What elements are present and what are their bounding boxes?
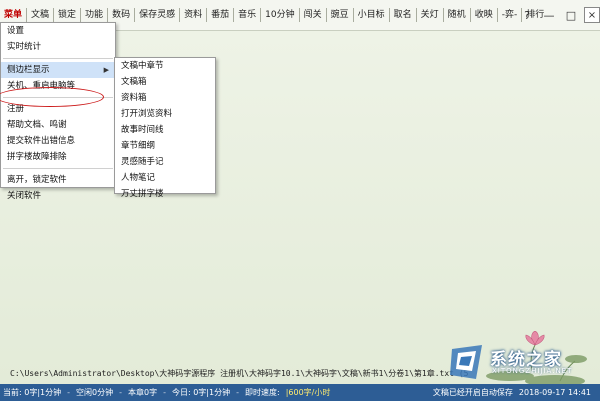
submenu-character-notes[interactable]: 人物笔记	[115, 170, 215, 186]
submenu-materials-box[interactable]: 资料箱	[115, 90, 215, 106]
status-speed-label: 即时速度:	[245, 388, 280, 397]
minimize-icon[interactable]: —	[540, 6, 558, 24]
status-datetime: 2018-09-17 14:41	[518, 388, 591, 397]
submenu-inspiration-notes[interactable]: 灵感随手记	[115, 154, 215, 170]
status-chapter: 本章0字	[128, 388, 158, 397]
submenu-chapters-in-manuscript[interactable]: 文稿中章节	[115, 58, 215, 74]
menu-item-collect[interactable]: 收映	[471, 8, 498, 22]
register-highlight-circle	[0, 87, 104, 107]
menu-divider	[3, 168, 113, 169]
submenu-manuscript-box[interactable]: 文稿箱	[115, 74, 215, 90]
maximize-icon[interactable]: □	[562, 6, 580, 24]
status-idle: 空闲0分钟	[76, 388, 114, 397]
status-current: 当前: 0字|1分钟	[3, 388, 62, 397]
menu-item-menu[interactable]: 菜单	[0, 8, 28, 22]
menu-item-naming[interactable]: 取名	[390, 8, 417, 22]
status-right: 文稿已经开启自动保存 2018-09-17 14:41	[430, 384, 594, 401]
menu-sidebar-display-label: 侧边栏显示	[7, 65, 50, 75]
menu-item-tomato[interactable]: 番茄	[207, 8, 235, 22]
menu-submit-error[interactable]: 提交软件出错信息	[1, 133, 115, 149]
menu-item-music[interactable]: 音乐	[234, 8, 262, 22]
status-separator: -	[236, 388, 239, 397]
menu-realtime-stats[interactable]: 实时统计	[1, 39, 115, 55]
menu-leave-lock[interactable]: 离开，锁定软件	[1, 172, 115, 188]
menu-item-random[interactable]: 随机	[444, 8, 471, 22]
watermark-logo: 系统之家 XITONGZHIJIA.NET	[446, 343, 596, 383]
menu-item-save-inspiration[interactable]: 保存灵感	[135, 8, 181, 22]
app-window: 菜单 文稿 锁定 功能 数码 保存灵感 资料 番茄 音乐 10分钟 闯关 豌豆 …	[0, 0, 600, 401]
menu-help-docs[interactable]: 帮助文档、鸣谢	[1, 117, 115, 133]
status-bar: 当前: 0字|1分钟 - 空闲0分钟 - 本章0字 - 今日: 0字|1分钟 -…	[0, 384, 600, 401]
status-separator: -	[163, 388, 166, 397]
menu-item-small-goal[interactable]: 小目标	[354, 8, 390, 22]
menu-item-lock[interactable]: 锁定	[54, 8, 82, 22]
status-autosave: 文稿已经开启自动保存	[432, 388, 513, 397]
close-icon[interactable]: ×	[584, 7, 600, 23]
help-icon[interactable]: ?	[518, 6, 536, 24]
status-separator: -	[67, 388, 71, 397]
watermark-emblem-icon	[450, 345, 482, 379]
submenu-story-timeline[interactable]: 故事时间线	[115, 122, 215, 138]
menu-item-digits[interactable]: 数码	[108, 8, 136, 22]
menu-divider	[3, 58, 113, 59]
watermark-subtext: XITONGZHIJIA.NET	[492, 367, 573, 375]
menu-item-manuscript[interactable]: 文稿	[27, 8, 55, 22]
menu-item-challenge[interactable]: 闯关	[300, 8, 327, 22]
menu-item-materials[interactable]: 资料	[180, 8, 208, 22]
menu-close-software[interactable]: 关闭软件	[1, 188, 115, 204]
menu-item-lights-off[interactable]: 关灯	[417, 8, 444, 22]
menu-item-10min[interactable]: 10分钟	[261, 8, 300, 22]
status-separator: -	[119, 388, 122, 397]
submenu-chapter-outline[interactable]: 章节细纲	[115, 138, 215, 154]
submenu-word-tower[interactable]: 万丈拼字楼	[115, 186, 215, 202]
status-today: 今日: 0字|1分钟	[171, 388, 231, 397]
submenu-open-browse-materials[interactable]: 打开浏览资料	[115, 106, 215, 122]
menu-troubleshoot[interactable]: 拼字楼故障排除	[1, 149, 115, 165]
file-path-line: C:\Users\Administrator\Desktop\大神码字源程序 注…	[10, 369, 469, 378]
menu-settings[interactable]: 设置	[1, 23, 115, 39]
submenu-arrow-icon: ▶	[103, 66, 109, 74]
menu-item-function[interactable]: 功能	[81, 8, 109, 22]
menu-sidebar-display[interactable]: 侧边栏显示 ▶	[1, 62, 115, 78]
window-controls: ? — □ ×	[514, 0, 600, 30]
status-speed: |600字/小时	[285, 388, 331, 397]
sidebar-submenu: 文稿中章节 文稿箱 资料箱 打开浏览资料 故事时间线 章节细纲 灵感随手记 人物…	[114, 57, 216, 199]
menu-item-pea[interactable]: 豌豆	[327, 8, 354, 22]
